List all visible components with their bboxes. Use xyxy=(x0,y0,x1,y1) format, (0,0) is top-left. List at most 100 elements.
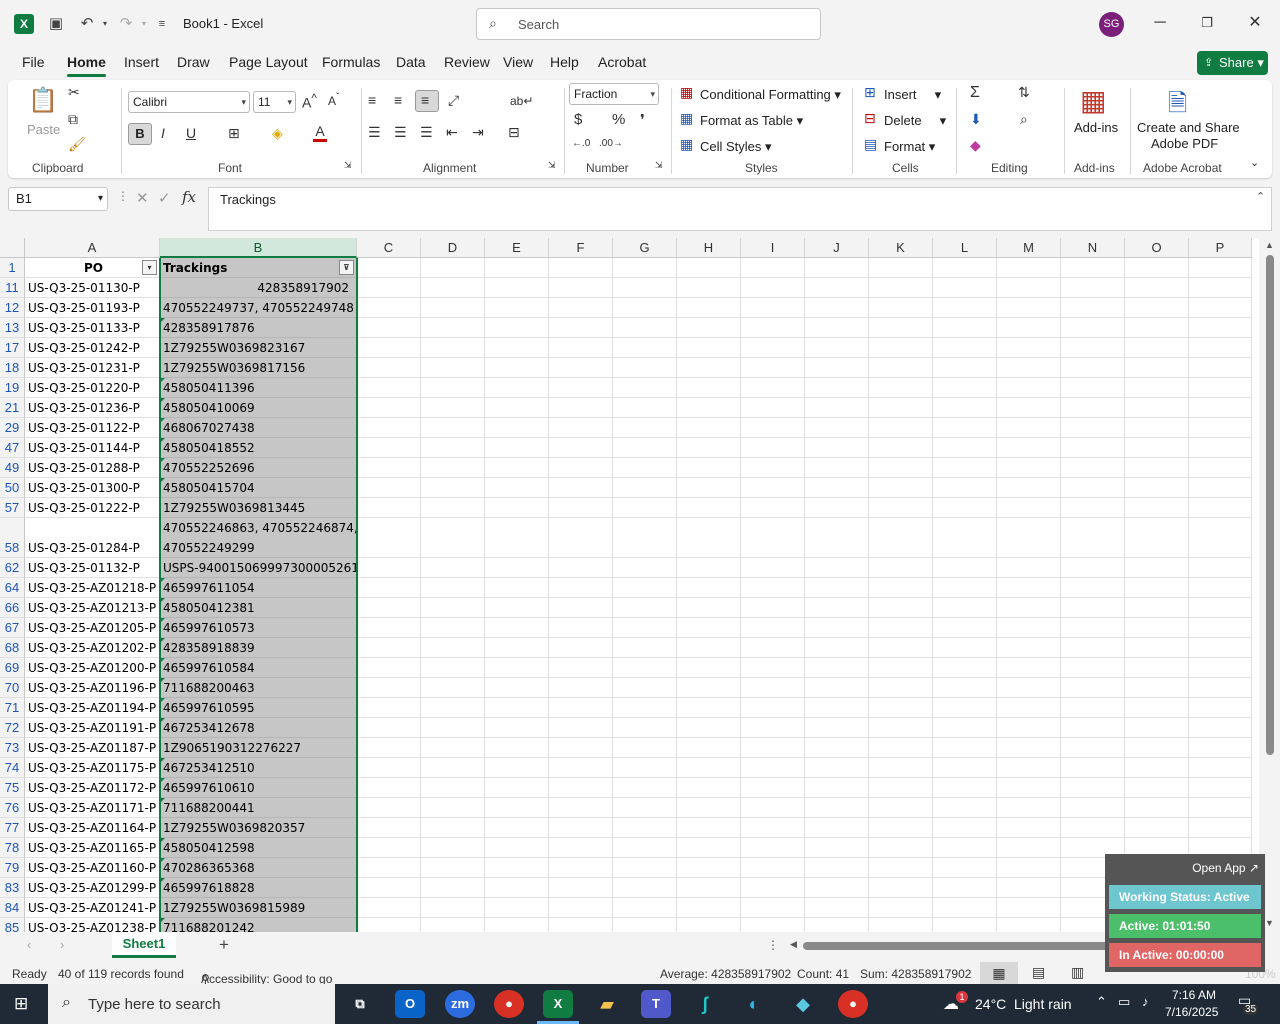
empty-cell[interactable] xyxy=(1061,338,1125,358)
empty-cell[interactable] xyxy=(357,918,421,932)
empty-cell[interactable] xyxy=(1125,658,1189,678)
empty-cell[interactable] xyxy=(613,318,677,338)
find-select-icon[interactable]: ⌕ xyxy=(1020,111,1028,128)
column-header-c[interactable]: C xyxy=(357,238,421,258)
empty-cell[interactable] xyxy=(485,318,549,338)
empty-cell[interactable] xyxy=(997,738,1061,758)
empty-cell[interactable] xyxy=(741,578,805,598)
empty-cell[interactable] xyxy=(1061,638,1125,658)
column-header-f[interactable]: F xyxy=(549,238,613,258)
normal-view-icon[interactable]: ▦ xyxy=(980,962,1018,984)
empty-cell[interactable] xyxy=(869,278,933,298)
po-cell[interactable]: US-Q3-25-AZ01213-P xyxy=(25,598,160,618)
tab-data[interactable]: Data xyxy=(396,54,426,70)
empty-cell[interactable] xyxy=(997,438,1061,458)
row-header[interactable]: 47 xyxy=(0,438,25,458)
empty-cell[interactable] xyxy=(677,718,741,738)
empty-cell[interactable] xyxy=(805,898,869,918)
empty-cell[interactable] xyxy=(421,658,485,678)
column-header-a[interactable]: A xyxy=(25,238,160,258)
empty-cell[interactable] xyxy=(1061,498,1125,518)
font-color-icon[interactable]: A xyxy=(313,123,327,142)
empty-cell[interactable] xyxy=(741,658,805,678)
empty-cell[interactable] xyxy=(805,758,869,778)
empty-cell[interactable] xyxy=(677,778,741,798)
empty-cell[interactable] xyxy=(549,278,613,298)
empty-cell[interactable] xyxy=(357,298,421,318)
row-header[interactable]: 21 xyxy=(0,398,25,418)
empty-cell[interactable] xyxy=(613,598,677,618)
empty-cell[interactable] xyxy=(357,838,421,858)
empty-cell[interactable] xyxy=(933,858,997,878)
empty-cell[interactable] xyxy=(677,698,741,718)
empty-cell[interactable] xyxy=(869,678,933,698)
empty-cell[interactable] xyxy=(741,738,805,758)
empty-cell[interactable] xyxy=(741,278,805,298)
empty-cell[interactable] xyxy=(485,338,549,358)
po-cell[interactable]: US-Q3-25-01193-P xyxy=(25,298,160,318)
empty-cell[interactable] xyxy=(933,758,997,778)
empty-cell[interactable] xyxy=(1061,458,1125,478)
empty-cell[interactable] xyxy=(933,458,997,478)
font-name-select[interactable]: Calibri ▾ xyxy=(128,91,250,113)
empty-cell[interactable] xyxy=(613,418,677,438)
tracking-cell[interactable]: 1Z79255W0369815989 xyxy=(160,898,357,918)
empty-cell[interactable] xyxy=(869,438,933,458)
empty-cell[interactable] xyxy=(357,278,421,298)
empty-cell[interactable] xyxy=(741,558,805,578)
empty-cell[interactable] xyxy=(549,418,613,438)
empty-cell[interactable] xyxy=(933,638,997,658)
insert-function-button[interactable]: fx xyxy=(182,188,196,206)
empty-cell[interactable] xyxy=(933,598,997,618)
undo-dropdown-icon[interactable]: ▾ xyxy=(94,13,116,35)
empty-cell[interactable] xyxy=(613,858,677,878)
empty-cell[interactable] xyxy=(549,598,613,618)
empty-cell[interactable] xyxy=(357,478,421,498)
empty-cell[interactable] xyxy=(997,718,1061,738)
empty-cell[interactable] xyxy=(677,258,741,278)
empty-cell[interactable] xyxy=(1125,438,1189,458)
empty-cell[interactable] xyxy=(1189,638,1252,658)
clock-date[interactable]: 7/16/2025 xyxy=(1165,1005,1218,1019)
empty-cell[interactable] xyxy=(613,458,677,478)
empty-cell[interactable] xyxy=(997,918,1061,932)
empty-cell[interactable] xyxy=(1125,718,1189,738)
page-layout-view-icon[interactable]: ▤ xyxy=(1032,964,1045,981)
empty-cell[interactable] xyxy=(549,798,613,818)
empty-cell[interactable] xyxy=(805,838,869,858)
vertical-scrollbar[interactable]: ▲ ▼ xyxy=(1259,238,1280,932)
empty-cell[interactable] xyxy=(613,658,677,678)
empty-cell[interactable] xyxy=(805,398,869,418)
number-dialog-launcher-icon[interactable]: ⇲ xyxy=(655,160,663,171)
po-cell[interactable]: US-Q3-25-01144-P xyxy=(25,438,160,458)
empty-cell[interactable] xyxy=(805,418,869,438)
empty-cell[interactable] xyxy=(613,258,677,278)
empty-cell[interactable] xyxy=(421,338,485,358)
empty-cell[interactable] xyxy=(997,478,1061,498)
empty-cell[interactable] xyxy=(549,358,613,378)
row-header[interactable]: 68 xyxy=(0,638,25,658)
row-header[interactable]: 66 xyxy=(0,598,25,618)
empty-cell[interactable] xyxy=(485,378,549,398)
empty-cell[interactable] xyxy=(805,258,869,278)
empty-cell[interactable] xyxy=(1125,758,1189,778)
underline-button[interactable]: U xyxy=(186,125,196,141)
empty-cell[interactable] xyxy=(1061,658,1125,678)
empty-cell[interactable] xyxy=(741,438,805,458)
empty-cell[interactable] xyxy=(741,858,805,878)
empty-cell[interactable] xyxy=(421,778,485,798)
empty-cell[interactable] xyxy=(1189,658,1252,678)
empty-cell[interactable] xyxy=(357,498,421,518)
empty-cell[interactable] xyxy=(549,578,613,598)
empty-cell[interactable] xyxy=(1061,438,1125,458)
empty-cell[interactable] xyxy=(933,318,997,338)
formula-input[interactable]: Trackings xyxy=(208,187,1272,231)
empty-cell[interactable] xyxy=(1189,278,1252,298)
empty-cell[interactable] xyxy=(997,578,1061,598)
empty-cell[interactable] xyxy=(357,258,421,278)
add-ins-icon[interactable]: ▦ xyxy=(1080,84,1106,117)
po-cell[interactable]: US-Q3-25-AZ01202-P xyxy=(25,638,160,658)
empty-cell[interactable] xyxy=(549,758,613,778)
row-header[interactable]: 13 xyxy=(0,318,25,338)
empty-cell[interactable] xyxy=(1061,718,1125,738)
